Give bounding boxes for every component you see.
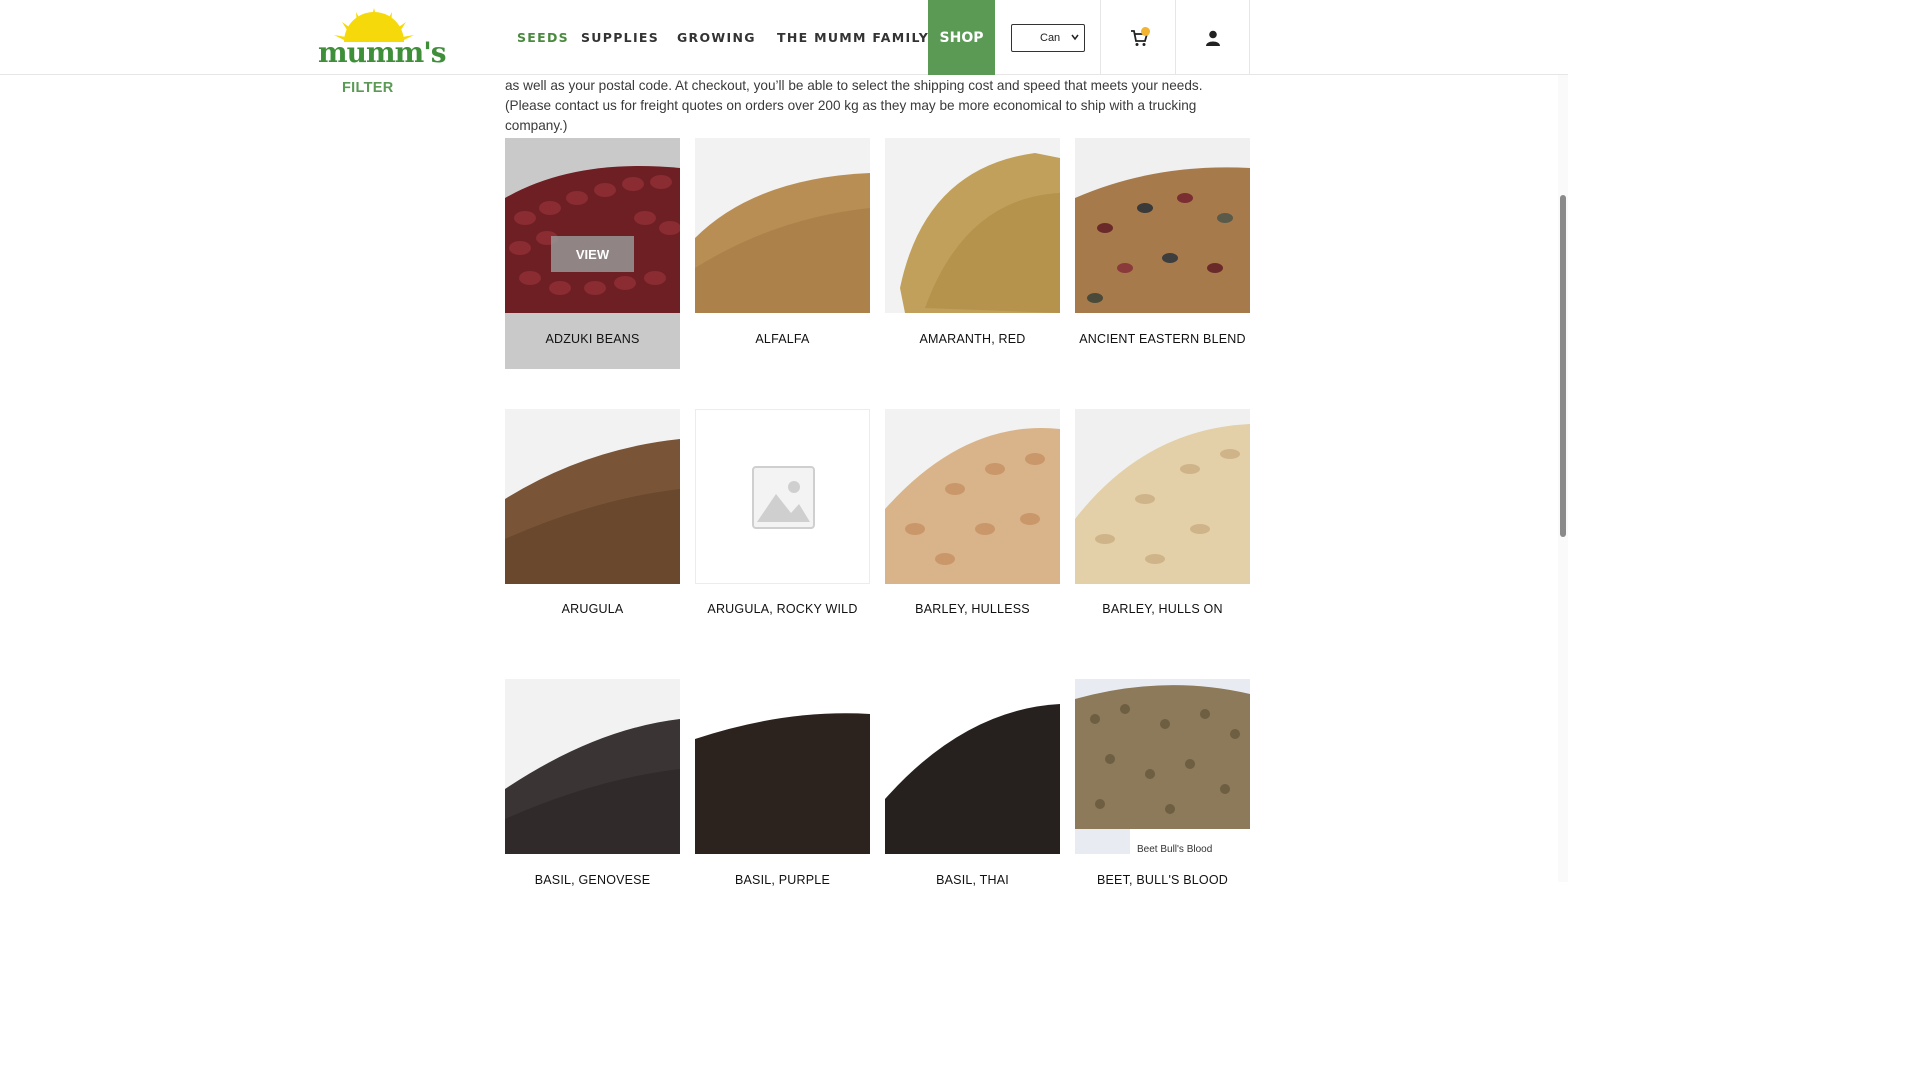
- product-image-caption: Beet Bull's Blood: [1137, 844, 1213, 854]
- view-button[interactable]: VIEW: [551, 236, 634, 272]
- product-name[interactable]: ADZUKI BEANS: [505, 332, 680, 346]
- product-name[interactable]: BEET, BULL'S BLOOD: [1075, 873, 1250, 887]
- product-card-ancient-eastern-blend[interactable]: ANCIENT EASTERN BLEND: [1075, 138, 1250, 369]
- product-name[interactable]: ALFALFA: [695, 332, 870, 346]
- currency-select-value: Can: [1040, 32, 1061, 44]
- product-image: [505, 409, 680, 584]
- scrollbar-thumb[interactable]: [1560, 195, 1566, 537]
- nav-growing[interactable]: GROWING: [677, 30, 756, 45]
- product-name[interactable]: BASIL, PURPLE: [695, 873, 870, 887]
- account-button[interactable]: [1175, 0, 1250, 75]
- product-image: [695, 409, 870, 584]
- nav-the-mumm-family[interactable]: THE MUMM FAMILY: [777, 30, 929, 45]
- product-card-basil-purple[interactable]: BASIL, PURPLE: [695, 679, 870, 887]
- product-name[interactable]: BASIL, THAI: [885, 873, 1060, 887]
- site-header: mumm's SEEDS SUPPLIES GROWING THE MUMM F…: [0, 0, 1568, 75]
- product-card-basil-genovese[interactable]: BASIL, GENOVESE: [505, 679, 680, 887]
- product-image: [885, 409, 1060, 584]
- nav-seeds[interactable]: SEEDS: [517, 30, 569, 45]
- product-image: [885, 679, 1060, 854]
- product-card-alfalfa[interactable]: ALFALFA: [695, 138, 870, 369]
- product-name[interactable]: BARLEY, HULLS ON: [1075, 602, 1250, 616]
- product-name[interactable]: ARUGULA, ROCKY WILD: [695, 602, 870, 616]
- product-image: VIEW: [505, 138, 680, 313]
- shop-button[interactable]: SHOP: [928, 0, 995, 75]
- shipping-info-text: as well as your postal code. At checkout…: [505, 78, 1203, 133]
- product-card-amaranth-red[interactable]: AMARANTH, RED: [885, 138, 1060, 369]
- product-card-arugula-rocky-wild[interactable]: ARUGULA, ROCKY WILD: [695, 409, 870, 640]
- product-image: [695, 679, 870, 854]
- product-card-adzuki-beans[interactable]: VIEW ADZUKI BEANS: [505, 138, 680, 369]
- nav-supplies[interactable]: SUPPLIES: [581, 30, 659, 45]
- cart-button[interactable]: [1100, 0, 1176, 75]
- logo-wordmark: mumm's: [318, 36, 447, 69]
- cart-count-badge: [1141, 27, 1150, 36]
- product-name[interactable]: ARUGULA: [505, 602, 680, 616]
- product-card-barley-hulls-on[interactable]: BARLEY, HULLS ON: [1075, 409, 1250, 640]
- product-card-barley-hulless[interactable]: BARLEY, HULLESS: [885, 409, 1060, 640]
- product-name[interactable]: BARLEY, HULLESS: [885, 602, 1060, 616]
- product-card-arugula[interactable]: ARUGULA: [505, 409, 680, 640]
- currency-select[interactable]: Can: [1011, 24, 1085, 52]
- mumms-logo[interactable]: mumm's: [316, 8, 447, 69]
- product-image: [1075, 409, 1250, 584]
- product-image: [885, 138, 1060, 313]
- filter-toggle[interactable]: FILTER: [342, 80, 393, 96]
- product-name[interactable]: AMARANTH, RED: [885, 332, 1060, 346]
- user-icon: [1205, 30, 1220, 46]
- product-image: Beet Bull's Blood: [1075, 679, 1250, 854]
- image-placeholder-icon: [696, 410, 869, 583]
- product-name[interactable]: ANCIENT EASTERN BLEND: [1075, 332, 1250, 346]
- product-image: [695, 138, 870, 313]
- product-image: [505, 679, 680, 854]
- product-card-basil-thai[interactable]: BASIL, THAI: [885, 679, 1060, 887]
- chevron-down-icon: [1071, 34, 1079, 41]
- product-card-beet-bulls-blood[interactable]: Beet Bull's Blood BEET, BULL'S BLOOD: [1075, 679, 1250, 887]
- product-name[interactable]: BASIL, GENOVESE: [505, 873, 680, 887]
- product-image: [1075, 138, 1250, 313]
